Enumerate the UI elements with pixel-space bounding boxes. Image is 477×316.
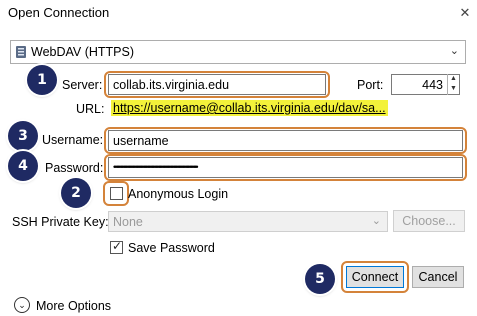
username-highlight (104, 127, 467, 154)
title-bar: Open Connection ✕ (0, 0, 477, 28)
port-stepper[interactable]: ▲ ▼ (447, 74, 459, 95)
port-label: Port: (357, 78, 384, 92)
connect-highlight (341, 261, 409, 293)
step-badge-1: 1 (27, 65, 57, 95)
password-highlight (104, 154, 467, 181)
port-value: 443 (422, 78, 443, 92)
server-icon (16, 46, 26, 58)
window-title: Open Connection (8, 5, 110, 20)
chevron-down-icon: ⌄ (449, 45, 459, 57)
more-options-label[interactable]: More Options (36, 299, 111, 313)
save-password-label: Save Password (128, 241, 215, 255)
url-link[interactable]: https://username@collab.its.virginia.edu… (111, 100, 388, 116)
step-badge-4: 4 (8, 151, 38, 181)
chevron-down-circle-icon[interactable]: ⌄ (14, 297, 30, 313)
close-icon[interactable]: ✕ (457, 5, 473, 21)
step-badge-2: 2 (61, 178, 91, 208)
ssh-key-value: None (113, 215, 143, 229)
ssh-key-select[interactable]: None ⌄ (108, 211, 388, 232)
cancel-button[interactable]: Cancel (412, 266, 464, 288)
chevron-down-icon: ⌄ (371, 215, 381, 227)
url-label: URL: (76, 102, 105, 116)
server-highlight (104, 71, 330, 98)
save-password-checkbox[interactable]: ✓ (110, 239, 123, 254)
ssh-key-label: SSH Private Key: (12, 215, 109, 229)
check-icon: ✓ (112, 239, 123, 253)
protocol-value: WebDAV (HTTPS) (31, 45, 135, 59)
password-label: Password: (45, 161, 104, 175)
anonymous-highlight (103, 181, 129, 206)
anonymous-login-label: Anonymous Login (128, 187, 229, 201)
choose-button[interactable]: Choose... (393, 210, 465, 232)
server-label: Server: (62, 78, 103, 92)
stepper-up-icon[interactable]: ▲ (448, 74, 459, 84)
step-badge-5: 5 (305, 264, 335, 294)
stepper-down-icon[interactable]: ▼ (448, 84, 459, 94)
protocol-select[interactable]: WebDAV (HTTPS) ⌄ (10, 40, 466, 64)
step-badge-3: 3 (8, 121, 38, 151)
username-label: Username: (42, 133, 104, 147)
